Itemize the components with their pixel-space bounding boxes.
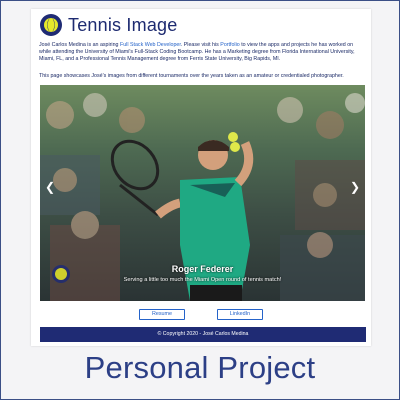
tennis-ball-icon[interactable] bbox=[40, 14, 62, 36]
site-title[interactable]: Tennis Image bbox=[68, 15, 177, 36]
resume-button[interactable]: Resume bbox=[139, 309, 185, 320]
chevron-right-icon[interactable]: ❯ bbox=[349, 177, 361, 197]
bio-text-2: . Please visit his bbox=[180, 42, 221, 48]
caption-title: Roger Federer bbox=[171, 264, 234, 274]
chevron-left-icon[interactable]: ❮ bbox=[44, 177, 56, 197]
thumbnail-frame: Tennis Image José Carlos Medina is an as… bbox=[0, 0, 400, 400]
link-buttons: Resume LinkedIn bbox=[31, 309, 371, 320]
site-card: Tennis Image José Carlos Medina is an as… bbox=[31, 9, 371, 346]
caption-subtitle: Serving a little too much the Miami Open… bbox=[123, 277, 282, 283]
linkedin-button[interactable]: LinkedIn bbox=[217, 309, 263, 320]
full-stack-link[interactable]: Full Stack Web Developer bbox=[120, 42, 181, 48]
project-label: Personal Project bbox=[84, 350, 316, 385]
portfolio-link[interactable]: Portfolio bbox=[220, 42, 239, 48]
bio-text-1: José Carlos Medina is an aspiring bbox=[39, 42, 120, 48]
showcase-paragraph: This page showcases José's images from d… bbox=[39, 73, 344, 79]
bio-paragraph: José Carlos Medina is an aspiring Full S… bbox=[39, 42, 365, 64]
carousel-photo[interactable]: ❮ ❯ Roger Federer Serving a little too m… bbox=[40, 85, 365, 301]
site-footer: © Copyright 2020 - José Carlos Medina bbox=[40, 327, 366, 342]
site-header: Tennis Image bbox=[40, 12, 177, 38]
